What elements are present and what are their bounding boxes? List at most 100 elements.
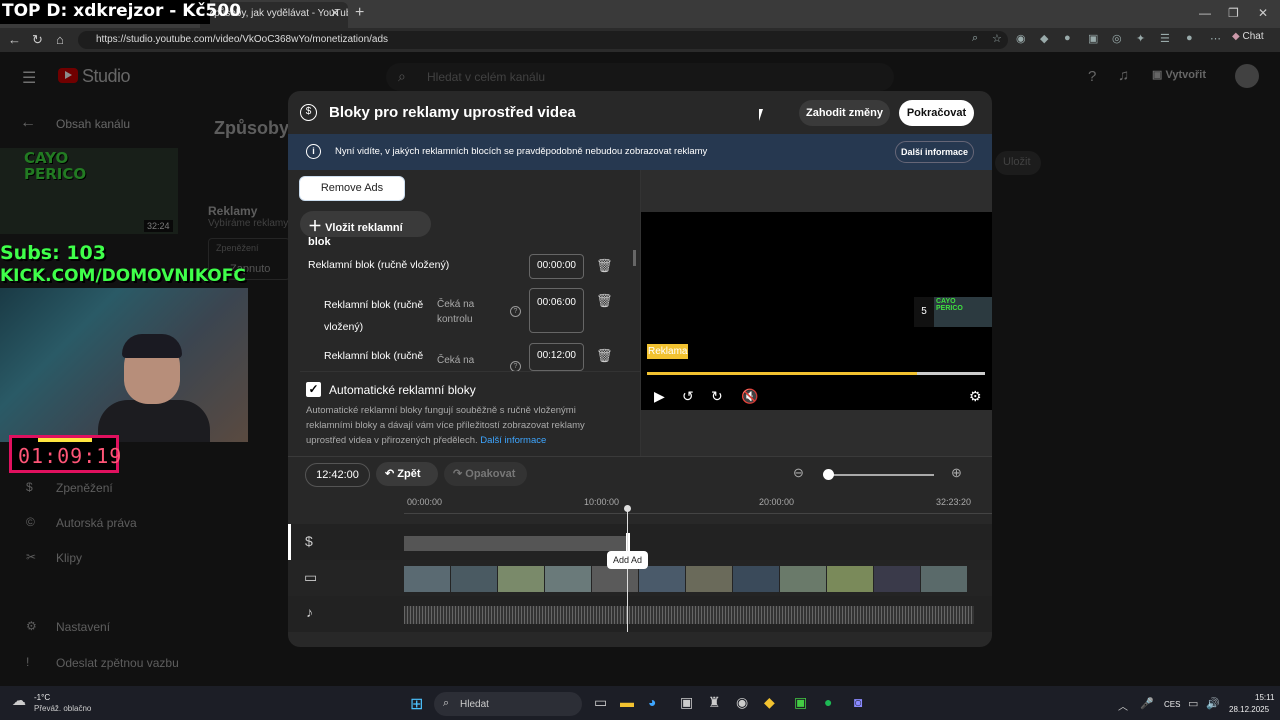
list-divider — [300, 371, 640, 372]
remove-ads-button[interactable]: Remove Ads — [299, 176, 405, 201]
edge-icon[interactable]: ◕ — [648, 694, 656, 710]
microphone-icon[interactable]: 🎤 — [1140, 697, 1154, 710]
steam-icon[interactable]: ◉ — [736, 694, 748, 711]
subs-counter: Subs: 103 — [0, 242, 106, 264]
language-indicator[interactable]: CES — [1164, 700, 1180, 709]
close-window-button[interactable]: ✕ — [1258, 6, 1268, 20]
extension-icon[interactable]: ◎ — [1112, 32, 1122, 45]
chevron-up-icon[interactable]: ︿ — [1118, 698, 1128, 713]
back-nav-icon[interactable]: ← — [8, 32, 21, 47]
preview-top-area — [641, 170, 992, 212]
playhead-handle[interactable] — [624, 505, 631, 512]
ad-block-time-input[interactable]: 00:06:00 — [529, 288, 584, 333]
minimize-button[interactable]: — — [1199, 6, 1211, 20]
filmstrip-frame — [780, 566, 826, 592]
info-icon: i — [306, 144, 321, 159]
mute-icon[interactable]: 🔇 — [741, 388, 758, 405]
zoom-in-icon[interactable]: ⊕ — [951, 465, 962, 481]
store-icon[interactable]: ▣ — [680, 694, 693, 711]
continue-button[interactable]: Pokračovat — [899, 100, 974, 126]
timeline-playhead[interactable] — [627, 510, 628, 632]
weather-icon[interactable]: ☁ — [12, 692, 26, 709]
extensions-puzzle-icon[interactable]: ✦ — [1136, 32, 1145, 45]
discord-icon[interactable]: ◙ — [854, 694, 862, 710]
app-icon[interactable]: ◆ — [764, 694, 775, 711]
extension-icon[interactable]: ◆ — [1040, 32, 1048, 45]
stream-timer: 01:09:19 — [18, 444, 123, 468]
volume-icon[interactable]: 🔊 — [1206, 697, 1220, 710]
zoom-slider[interactable] — [828, 474, 934, 476]
extension-icon[interactable]: ● — [1064, 32, 1071, 44]
redo-button[interactable]: ↷ Opakovat — [444, 462, 527, 486]
extension-icon[interactable]: ▣ — [1088, 32, 1098, 45]
trash-icon[interactable]: 🗑 — [596, 348, 613, 364]
file-explorer-icon[interactable]: ▬ — [620, 694, 634, 710]
ad-badge: Reklama — [647, 344, 689, 359]
webcam-person-hair — [122, 334, 182, 358]
task-view-icon[interactable]: ▭ — [594, 694, 607, 711]
play-icon[interactable]: ▶ — [654, 388, 665, 405]
stream-timer-bar — [38, 438, 92, 442]
audio-waveform — [404, 606, 974, 624]
stream-title: TOP D: xdkrejzor - Kč500 — [2, 1, 242, 21]
tab-close-icon[interactable]: ✕ — [330, 6, 340, 20]
windows-start-icon[interactable]: ⊞ — [410, 694, 423, 714]
zoom-icon[interactable]: ⌕ — [972, 32, 978, 45]
upnext-count: 5 — [914, 297, 934, 327]
extension-icon[interactable]: ◉ — [1016, 32, 1026, 45]
timeline-tick-label: 32:23:20 — [936, 497, 972, 507]
filmstrip-frame — [592, 566, 638, 592]
clock-date[interactable]: 28.12.2025 — [1229, 705, 1269, 714]
zoom-slider-handle[interactable] — [823, 469, 834, 480]
forward-10-icon[interactable]: ↻ — [711, 388, 723, 405]
weather-temp[interactable]: -1°C — [34, 693, 50, 702]
copilot-chat-button[interactable]: ◆ Chat — [1232, 31, 1264, 42]
auto-ad-breaks-checkbox[interactable]: ✓ — [306, 382, 321, 397]
maximize-button[interactable]: ❐ — [1228, 6, 1239, 20]
discard-changes-button[interactable]: Zahodit změny — [799, 100, 890, 126]
favorite-icon[interactable]: ☆ — [992, 32, 1002, 45]
ads-track-selector — [288, 524, 291, 560]
ad-block-time-input[interactable]: 00:00:00 — [529, 254, 584, 279]
auto-learn-more-link[interactable]: Další informace — [480, 435, 546, 446]
spotify-icon[interactable]: ● — [824, 694, 832, 710]
filmstrip-frame — [545, 566, 591, 592]
trash-icon[interactable]: 🗑 — [596, 258, 613, 274]
home-icon[interactable]: ⌂ — [56, 32, 64, 47]
kick-url: KICK.COM/DOMOVNIKOFC — [0, 266, 246, 286]
rewind-10-icon[interactable]: ↺ — [682, 388, 694, 405]
undo-button[interactable]: ↶ Zpět — [376, 462, 438, 486]
learn-more-button[interactable]: Další informace — [895, 141, 974, 163]
more-menu-icon[interactable]: ⋯ — [1210, 32, 1221, 45]
zoom-out-icon[interactable]: ⊖ — [793, 465, 804, 481]
reload-icon[interactable]: ↻ — [32, 32, 43, 48]
current-time-field[interactable]: 12:42:00 — [305, 463, 370, 487]
ad-segment-bar[interactable] — [404, 536, 628, 551]
taskbar-search-label: Hledat — [460, 699, 489, 710]
add-ad-tooltip[interactable]: Add Ad — [607, 551, 648, 569]
ad-block-time-input[interactable]: 00:12:00 — [529, 343, 584, 371]
filmstrip-frame — [874, 566, 920, 592]
favorites-bar-icon[interactable]: ☰ — [1160, 32, 1170, 45]
list-scrollbar[interactable] — [633, 250, 636, 266]
settings-icon[interactable]: ⚙ — [969, 388, 982, 405]
url-field[interactable]: https://studio.youtube.com/video/VkOoC36… — [78, 31, 1008, 49]
taskbar-search-input[interactable] — [434, 692, 582, 716]
clock-time[interactable]: 15:11 — [1255, 693, 1274, 702]
ad-block-status: Čeká na kontrolu — [437, 299, 475, 325]
filmstrip-frame — [921, 566, 967, 592]
help-icon[interactable]: ? — [510, 306, 521, 317]
dollar-circle-icon: $ — [300, 104, 317, 121]
ad-block-label: Reklamní blok (ručně vložený) — [308, 259, 450, 271]
filmstrip-frame — [404, 566, 450, 592]
app-icon[interactable]: ♜ — [708, 694, 721, 711]
undo-label: Zpět — [397, 468, 421, 480]
insert-ad-break-button[interactable]: ＋ Vložit reklamní blok — [300, 211, 431, 248]
profile-icon[interactable]: ● — [1186, 32, 1193, 44]
trash-icon[interactable]: 🗑 — [596, 293, 613, 309]
app-icon[interactable]: ▣ — [794, 694, 807, 711]
music-note-icon: ♪ — [306, 604, 313, 620]
new-tab-button[interactable]: + — [355, 4, 364, 22]
chat-label: Chat — [1242, 31, 1264, 42]
network-icon[interactable]: ▭ — [1188, 697, 1198, 710]
